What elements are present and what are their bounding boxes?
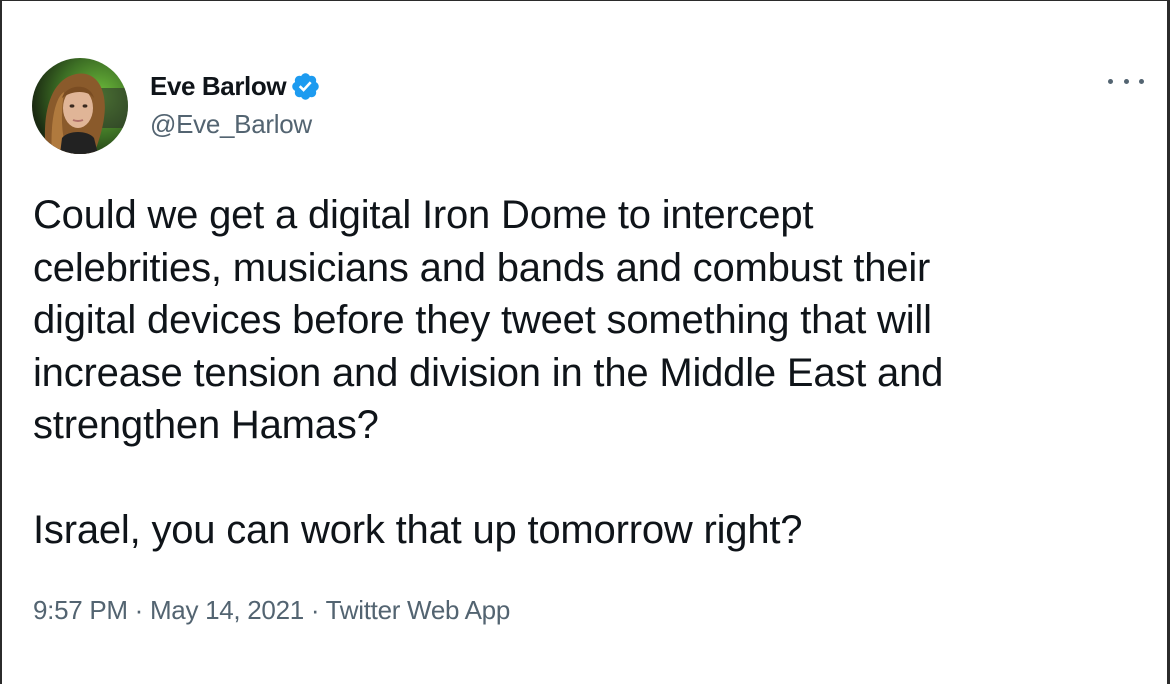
more-dot [1108,78,1113,84]
tweet-metadata: 9:57 PM · May 14, 2021 · Twitter Web App [33,595,510,626]
tweet-text-line: strengthen Hamas? [33,403,379,447]
tweet-text: Could we get a digital Iron Dome to inte… [33,189,1133,556]
avatar-image [32,58,128,154]
tweet-text-line: Israel, you can work that up tomorrow ri… [33,507,803,552]
author-display-name[interactable]: Eve Barlow [150,71,287,102]
tweet-text-line: digital devices before they tweet someth… [33,298,932,342]
meta-separator: · [303,595,326,625]
tweet-date[interactable]: May 14, 2021 [150,595,304,625]
author-name-row: Eve Barlow [150,69,321,103]
more-dot [1123,78,1129,84]
tweet-source[interactable]: Twitter Web App [326,595,511,625]
tweet-card: Eve Barlow @Eve_Barlow Could we get a di… [0,0,1170,684]
tweet-time[interactable]: 9:57 PM [33,595,128,625]
more-dot [1139,78,1144,84]
tweet-text-line: celebrities, musicians and bands and com… [33,245,931,290]
verified-badge-icon [290,71,321,102]
author-avatar[interactable] [32,58,128,154]
meta-separator: · [127,595,150,625]
author-handle[interactable]: @Eve_Barlow [150,109,312,140]
tweet-text-line: increase tension and division in the Mid… [33,350,944,395]
tweet-text-line: Could we get a digital Iron Dome to inte… [33,193,814,237]
more-options-icon[interactable] [1108,69,1144,93]
